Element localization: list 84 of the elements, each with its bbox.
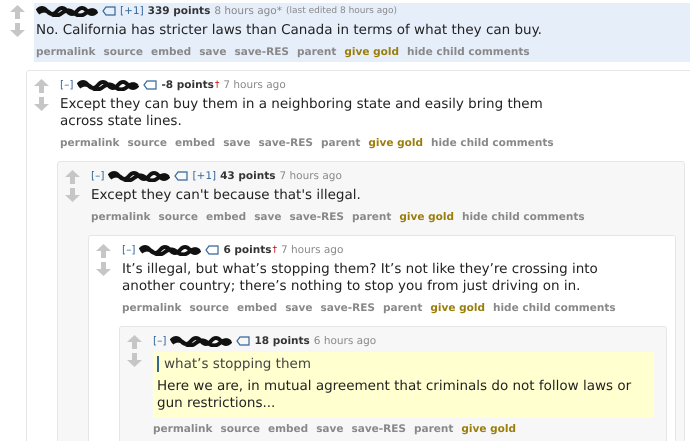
action-link[interactable]: parent	[352, 211, 392, 223]
scribble-icon	[77, 79, 140, 91]
action-link[interactable]: save-RES	[352, 423, 406, 435]
timestamp: 7 hours ago	[281, 244, 344, 256]
action-link[interactable]: source	[128, 137, 167, 149]
action-link[interactable]: permalink	[153, 423, 212, 435]
score: 18 points	[254, 335, 310, 347]
timestamp: 7 hours ago	[223, 79, 286, 91]
upvote-arrow-icon[interactable]	[10, 5, 25, 19]
comment-text: Except they can't because that's illegal.	[91, 187, 362, 204]
score: 339 points	[148, 5, 210, 17]
action-link[interactable]: parent	[320, 137, 360, 149]
action-link[interactable]: save-RES	[290, 211, 344, 223]
controversial-mark: †	[272, 245, 277, 255]
tag-icon[interactable]	[174, 171, 188, 181]
action-link[interactable]: permalink	[122, 302, 182, 314]
edited-note: (last edited 8 hours ago)	[286, 6, 397, 16]
award-link[interactable]: give gold	[368, 137, 423, 149]
tag-icon[interactable]	[205, 245, 220, 255]
action-link[interactable]: source	[104, 46, 143, 58]
blockquote: what’s stopping them	[157, 356, 650, 372]
action-link[interactable]: save	[254, 211, 282, 223]
action-link[interactable]: hide child comments	[430, 137, 554, 149]
vote-delta: [+1]	[120, 5, 144, 17]
downvote-arrow-icon[interactable]	[127, 353, 142, 367]
collapse-link[interactable]: [–]	[122, 244, 136, 256]
action-link[interactable]: source	[158, 211, 198, 223]
score: -8 points	[161, 79, 214, 91]
award-link[interactable]: give gold	[344, 46, 399, 58]
award-link[interactable]: give gold	[399, 211, 454, 223]
collapse-link[interactable]: [–]	[153, 335, 166, 347]
action-link[interactable]: parent	[296, 46, 336, 58]
tag-icon[interactable]	[236, 336, 250, 346]
timestamp: 7 hours ago	[279, 170, 342, 182]
timestamp: 8 hours ago*	[214, 5, 282, 17]
action-link[interactable]: save	[316, 423, 344, 435]
vote-delta: [+1]	[192, 170, 216, 182]
action-link[interactable]: embed	[174, 137, 216, 149]
award-link[interactable]: give gold	[461, 423, 516, 435]
scribble-icon	[108, 170, 170, 182]
scribble-icon	[170, 335, 232, 347]
action-link[interactable]: parent	[382, 302, 422, 314]
comment-text: Except they can buy them in a neighboring state and easily bring them across state lines.	[60, 96, 544, 130]
action-link[interactable]: hide child comments	[462, 211, 585, 223]
action-link[interactable]: save-RES	[234, 46, 289, 58]
action-link[interactable]: embed	[268, 423, 308, 435]
action-link[interactable]: source	[220, 423, 260, 435]
downvote-arrow-icon[interactable]	[10, 23, 25, 37]
downvote-arrow-icon[interactable]	[96, 262, 111, 276]
tag-icon[interactable]	[143, 80, 158, 90]
comment-text: It’s illegal, but what’s stopping them? It’s not like they’re crossing into another country; there’s nothing to stop you from just driving on in.	[122, 261, 599, 295]
downvote-arrow-icon[interactable]	[65, 188, 80, 202]
action-link[interactable]: hide child comments	[492, 302, 616, 314]
comment-text: No. California has stricter laws than Canada in terms of what they can buy.	[36, 22, 543, 39]
upvote-arrow-icon[interactable]	[34, 79, 49, 93]
action-link[interactable]: save	[285, 302, 312, 314]
action-link[interactable]: embed	[150, 46, 192, 58]
upvote-arrow-icon[interactable]	[96, 244, 111, 258]
action-link[interactable]: permalink	[60, 137, 120, 149]
collapse-link[interactable]: [–]	[60, 79, 74, 91]
action-link[interactable]: parent	[414, 423, 454, 435]
collapse-link[interactable]: [–]	[91, 170, 104, 182]
timestamp: 6 hours ago	[314, 335, 376, 347]
upvote-arrow-icon[interactable]	[65, 170, 80, 184]
scribble-icon	[139, 244, 202, 256]
action-link[interactable]: save	[199, 46, 226, 58]
score: 6 points	[223, 244, 272, 256]
action-link[interactable]: embed	[206, 211, 246, 223]
action-link[interactable]: save-RES	[258, 137, 313, 149]
action-link[interactable]: source	[190, 302, 229, 314]
action-link[interactable]: permalink	[91, 211, 150, 223]
scribble-icon	[36, 5, 98, 17]
comment-text: Here we are, in mutual agreement that criminals do not follow laws or gun restrictions...	[157, 378, 632, 412]
action-link[interactable]: embed	[236, 302, 278, 314]
award-link[interactable]: give gold	[430, 302, 485, 314]
action-link[interactable]: hide child comments	[406, 46, 530, 58]
score: 43 points	[220, 170, 276, 182]
controversial-mark: †	[214, 80, 220, 90]
action-link[interactable]: save	[223, 137, 250, 149]
action-link[interactable]: permalink	[36, 46, 96, 58]
action-link[interactable]: save-RES	[320, 302, 375, 314]
downvote-arrow-icon[interactable]	[34, 97, 49, 111]
tag-icon[interactable]	[102, 6, 116, 16]
upvote-arrow-icon[interactable]	[127, 335, 142, 349]
